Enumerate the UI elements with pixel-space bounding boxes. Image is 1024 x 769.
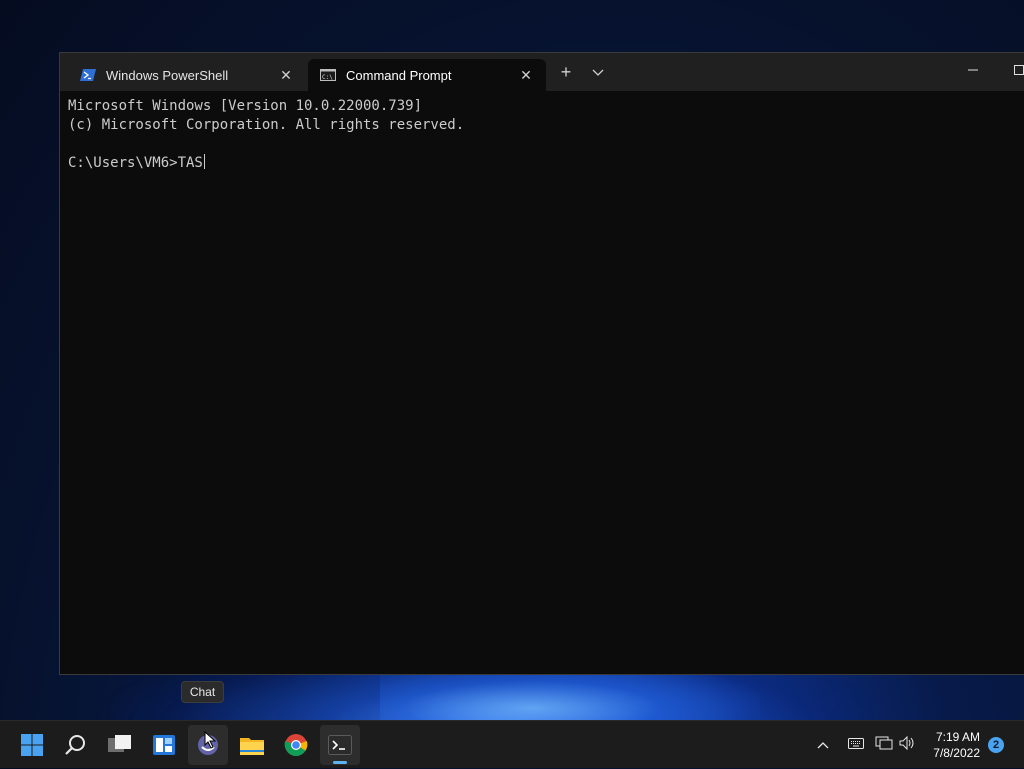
tab-label: Command Prompt xyxy=(346,67,452,83)
chat-tooltip: Chat xyxy=(181,681,224,703)
cmd-icon: C:\ xyxy=(320,69,336,81)
search-icon xyxy=(65,735,85,755)
clock-date: 7/8/2022 xyxy=(933,746,980,760)
terminal-window: Windows PowerShell ✕ C:\ Command Prompt … xyxy=(59,52,1024,675)
widgets-button[interactable] xyxy=(144,725,184,765)
clock[interactable]: 7:19 AM 7/8/2022 xyxy=(933,729,980,761)
show-hidden-icons-chevron-icon[interactable] xyxy=(812,736,834,754)
tab-dropdown-chevron-icon[interactable] xyxy=(586,63,610,83)
prompt-text: C:\Users\VM6>TAS xyxy=(68,155,203,171)
console-prompt-line[interactable]: C:\Users\VM6>TAS xyxy=(68,154,1024,173)
task-view-button[interactable] xyxy=(100,725,140,765)
volume-icon[interactable] xyxy=(896,735,920,755)
mouse-pointer-icon xyxy=(204,731,216,749)
tab-command-prompt[interactable]: C:\ Command Prompt ✕ xyxy=(308,59,546,91)
notification-badge[interactable]: 2 xyxy=(988,737,1004,753)
title-bar[interactable]: Windows PowerShell ✕ C:\ Command Prompt … xyxy=(60,53,1024,91)
chrome-button[interactable] xyxy=(276,725,316,765)
search-button[interactable] xyxy=(56,725,96,765)
text-cursor xyxy=(203,154,205,169)
start-icon xyxy=(21,734,43,756)
new-tab-button[interactable]: + xyxy=(554,63,578,83)
console-output[interactable]: Microsoft Windows [Version 10.0.22000.73… xyxy=(68,97,1024,666)
close-icon[interactable]: ✕ xyxy=(516,67,536,84)
console-line: Microsoft Windows [Version 10.0.22000.73… xyxy=(68,98,423,114)
system-tray xyxy=(812,721,920,769)
powershell-icon xyxy=(80,69,96,81)
tab-label: Windows PowerShell xyxy=(106,67,229,83)
chat-button[interactable] xyxy=(188,725,228,765)
console-line: (c) Microsoft Corporation. All rights re… xyxy=(68,117,465,133)
clock-time: 7:19 AM xyxy=(935,730,980,744)
svg-text:C:\: C:\ xyxy=(322,74,333,81)
task-view-icon xyxy=(108,735,131,752)
tab-windows-powershell[interactable]: Windows PowerShell ✕ xyxy=(68,59,306,91)
minimize-button[interactable] xyxy=(950,53,996,91)
taskbar: 7:19 AM 7/8/2022 2 xyxy=(0,720,1024,768)
close-icon[interactable]: ✕ xyxy=(276,67,296,84)
console-line: ​ xyxy=(68,135,1024,154)
widgets-icon xyxy=(153,735,175,755)
file-explorer-button[interactable] xyxy=(232,725,272,765)
file-explorer-icon xyxy=(240,738,264,755)
maximize-button[interactable] xyxy=(996,53,1024,91)
keyboard-icon[interactable] xyxy=(840,736,872,754)
chrome-icon xyxy=(284,734,308,756)
terminal-icon xyxy=(328,735,352,755)
network-icon[interactable] xyxy=(872,736,896,755)
terminal-button[interactable] xyxy=(320,725,360,765)
start-button[interactable] xyxy=(12,725,52,765)
